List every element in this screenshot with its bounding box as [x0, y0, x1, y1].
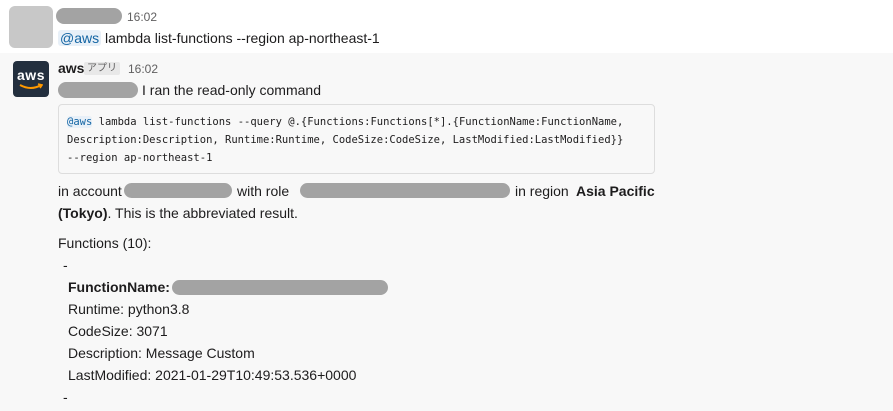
function-name-label: FunctionName: [68, 279, 170, 295]
aws-logo-icon: aws [17, 67, 45, 83]
message-user: 16:02 @aws lambda list-functions --regio… [0, 0, 893, 53]
code-line-3: --region ap-northeast-1 [67, 152, 213, 164]
intro-text: I ran the read-only command [142, 82, 321, 98]
code-block: @aws lambda list-functions --query @.{Fu… [58, 104, 655, 174]
functions-header: Functions (10): [58, 235, 152, 251]
runtime-field: Runtime: python3.8 [68, 301, 190, 317]
description-field: Description: Message Custom [68, 345, 255, 361]
aws-avatar[interactable]: aws [13, 61, 49, 97]
lastmodified-field: LastModified: 2021-01-29T10:49:53.536+00… [68, 367, 357, 383]
sender-name[interactable]: aws [58, 60, 84, 76]
region-continued: (Tokyo). This is the abbreviated result. [58, 205, 298, 221]
message-timestamp[interactable]: 16:02 [127, 10, 157, 24]
message-timestamp[interactable]: 16:02 [128, 62, 158, 76]
code-line-1: @aws lambda list-functions --query @.{Fu… [67, 116, 624, 128]
command-text: lambda list-functions --region ap-northe… [101, 30, 380, 46]
account-prefix: in account [58, 183, 122, 199]
code-line-2: Description:Description, Runtime:Runtime… [67, 134, 624, 146]
codesize-field: CodeSize: 3071 [68, 323, 168, 339]
redacted-username[interactable] [56, 8, 122, 24]
region-name: Asia Pacific [576, 183, 655, 199]
message-text: @aws lambda list-functions --region ap-n… [58, 28, 380, 48]
region-text: in region [515, 183, 569, 199]
list-dash: - [63, 257, 68, 273]
role-text: with role [237, 183, 290, 199]
user-avatar[interactable] [9, 6, 53, 48]
aws-smile-icon [19, 83, 43, 89]
mention-aws[interactable]: @aws [58, 30, 102, 46]
redacted-mention [58, 82, 138, 98]
redacted-role [300, 183, 510, 198]
list-dash: - [63, 389, 68, 405]
redacted-function-name [172, 280, 388, 295]
redacted-account-id [124, 183, 232, 198]
code-mention-aws: @aws [67, 116, 93, 128]
app-badge: アプリ [84, 62, 120, 75]
